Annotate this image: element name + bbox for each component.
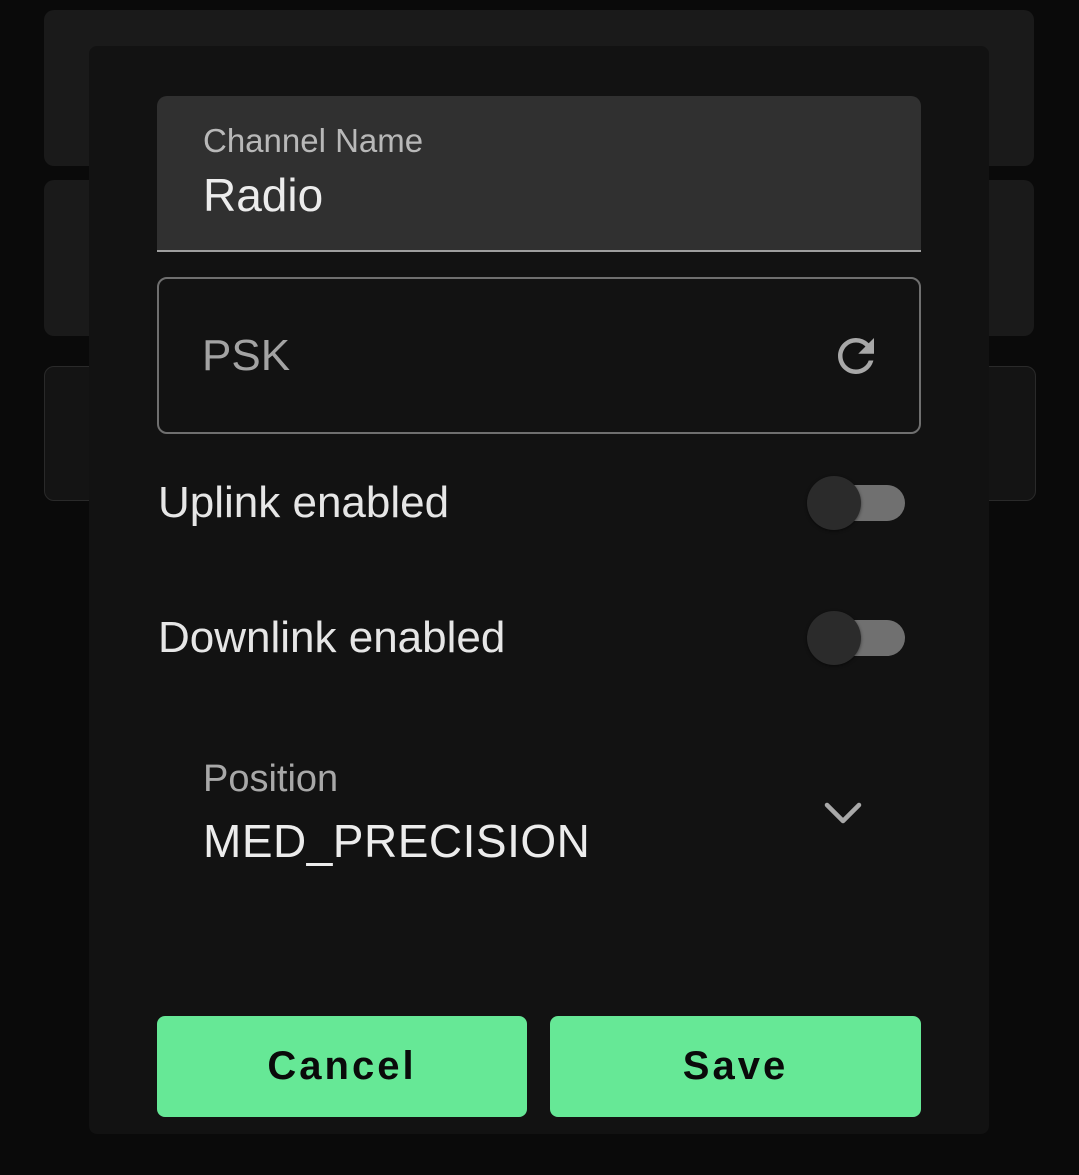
downlink-toggle[interactable] [807, 609, 905, 667]
position-label: Position [203, 758, 339, 800]
cancel-button[interactable]: Cancel [157, 1016, 527, 1117]
uplink-toggle[interactable] [807, 474, 905, 532]
refresh-icon[interactable] [829, 329, 883, 383]
position-select[interactable]: Position MED_PRECISION [157, 746, 921, 886]
position-value: MED_PRECISION [203, 815, 591, 867]
downlink-toggle-thumb [807, 611, 861, 665]
downlink-label: Downlink enabled [158, 613, 506, 662]
channel-name-value[interactable]: Radio [203, 168, 323, 222]
psk-placeholder: PSK [202, 331, 291, 380]
channel-name-label: Channel Name [203, 122, 424, 159]
chevron-down-icon[interactable] [823, 796, 863, 830]
downlink-row: Downlink enabled [158, 609, 922, 669]
edit-channel-dialog: Channel Name Radio PSK Uplink enabled Do… [89, 46, 989, 1134]
channel-name-field[interactable]: Channel Name Radio [157, 96, 921, 252]
save-button[interactable]: Save [550, 1016, 921, 1117]
uplink-row: Uplink enabled [158, 474, 922, 534]
uplink-toggle-thumb [807, 476, 861, 530]
uplink-label: Uplink enabled [158, 478, 450, 527]
psk-field[interactable]: PSK [157, 277, 921, 434]
